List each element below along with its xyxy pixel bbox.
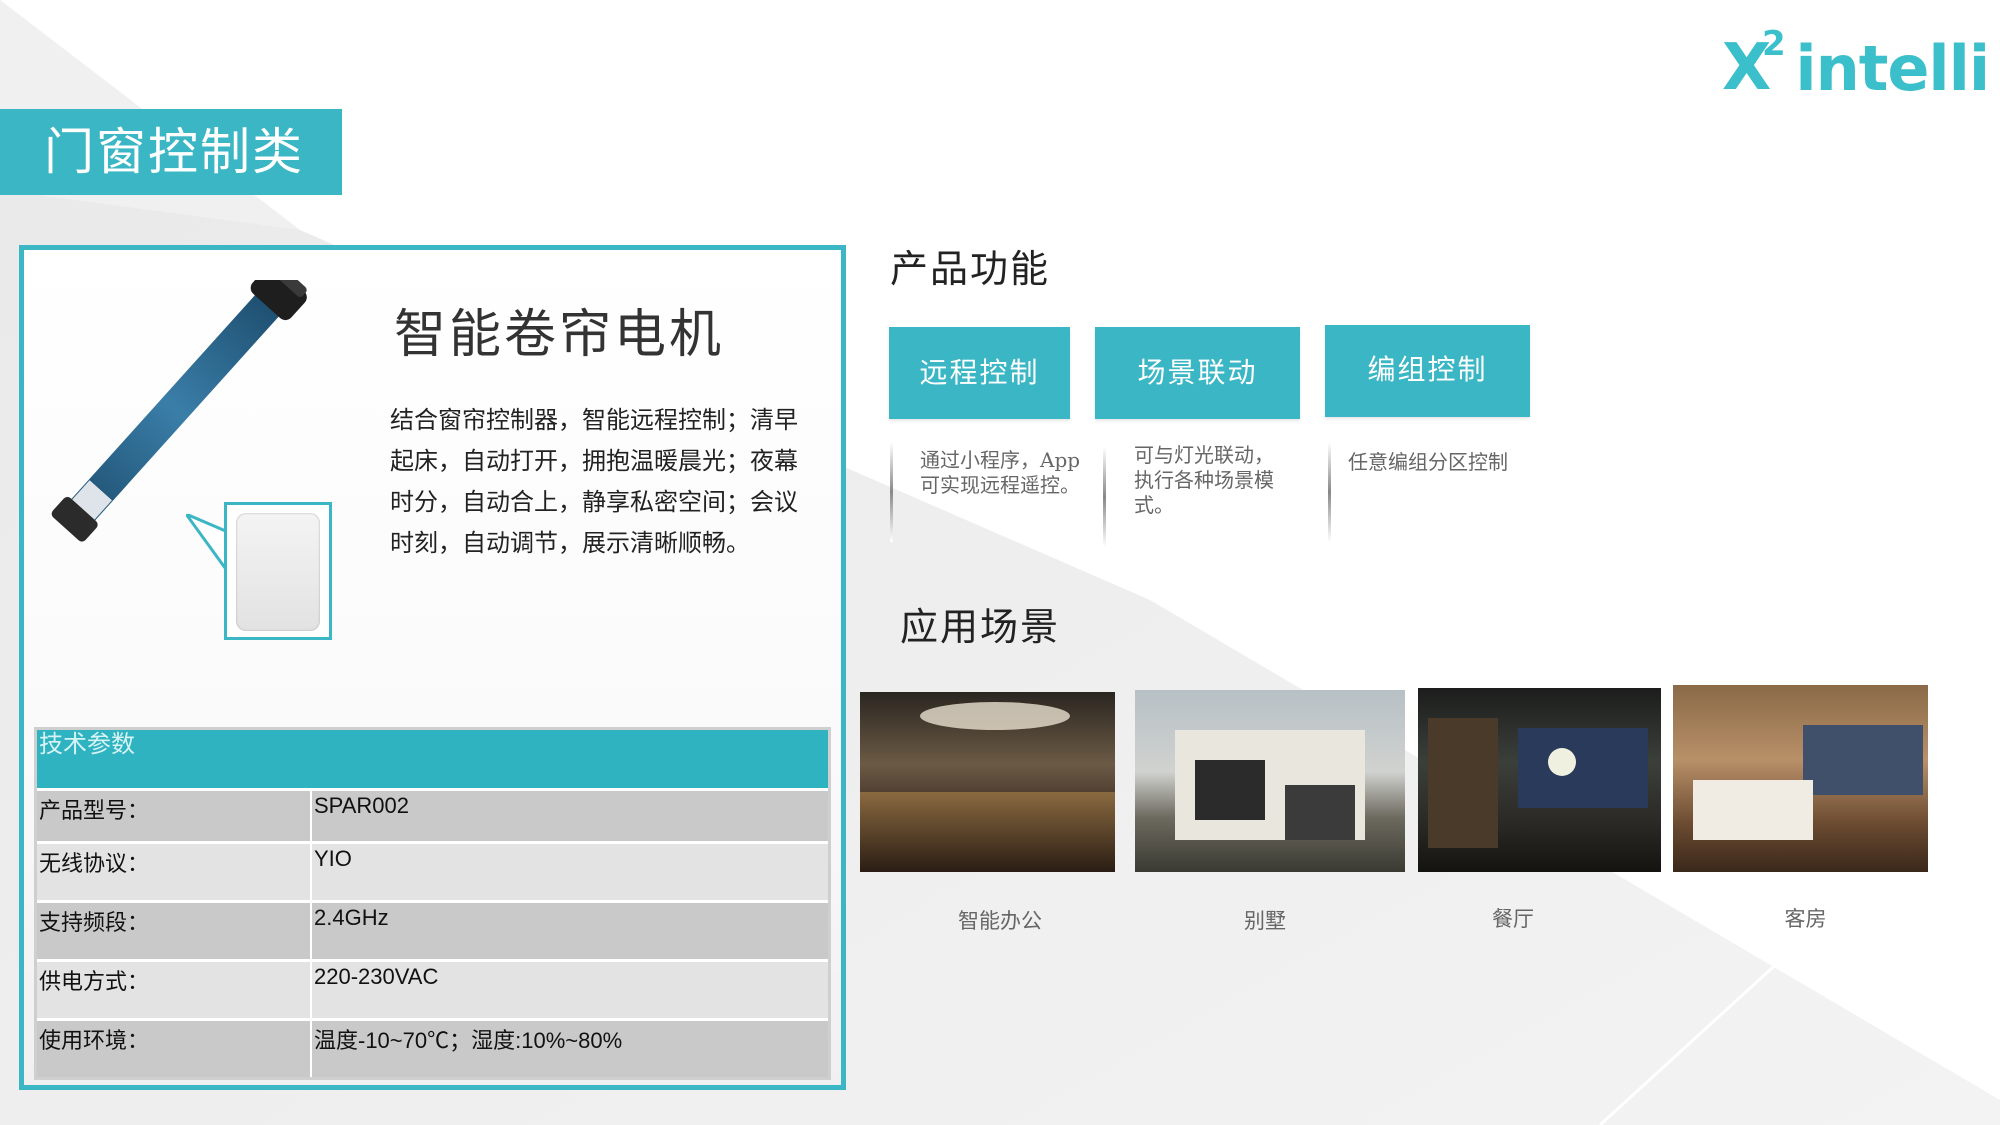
logo-superscript: 2 (1762, 24, 1786, 64)
table-row: 供电方式： 220-230VAC (37, 959, 828, 1018)
spec-value: SPAR002 (314, 793, 409, 818)
office-scene-image (860, 692, 1115, 872)
function-scene-linkage: 场景联动 (1095, 327, 1300, 419)
curtain-controller-image (236, 513, 320, 631)
spec-key: 产品型号： (37, 791, 312, 841)
function-desc-remote: 通过小程序，App 可实现远程遥控。 (920, 448, 1081, 497)
table-row: 支持频段： 2.4GHz (37, 900, 828, 959)
scene-label-office: 智能办公 (958, 909, 1042, 933)
spec-value: 温度-10~70℃；湿度:10%~80% (314, 1028, 623, 1053)
functions-title: 产品功能 (890, 247, 1051, 291)
table-row: 使用环境： 温度-10~70℃；湿度:10%~80% (37, 1018, 828, 1077)
spec-value: 220-230VAC (314, 964, 439, 989)
spec-key: 无线协议： (37, 844, 312, 900)
spec-value: 2.4GHz (314, 905, 389, 930)
restaurant-scene-image (1418, 688, 1661, 872)
spec-value: YIO (314, 846, 352, 871)
product-description: 结合窗帘控制器，智能远程控制；清早起床，自动打开，拥抱温暖晨光；夜幕时分，自动合… (390, 407, 798, 557)
controller-callout (224, 502, 332, 640)
product-name: 智能卷帘电机 (394, 305, 725, 365)
table-row: 产品型号： SPAR002 (37, 788, 828, 841)
villa-scene-image (1135, 690, 1405, 872)
guestroom-scene-image (1673, 685, 1928, 872)
scenes-title: 应用场景 (900, 605, 1061, 649)
function-remote-control: 远程控制 (889, 327, 1070, 419)
scene-label-guestroom: 客房 (1784, 907, 1827, 931)
function-desc-group: 任意编组分区控制 (1348, 450, 1508, 474)
function-group-control: 编组控制 (1325, 325, 1530, 417)
logo-word: intelli (1795, 32, 1990, 105)
function-desc-scene: 可与灯光联动， 执行各种场景模 式。 (1134, 443, 1274, 517)
function-divider (890, 442, 893, 542)
spec-table-header: 技术参数 (37, 730, 828, 788)
function-divider (1328, 442, 1331, 542)
brand-logo: X 2 intelli (1722, 24, 1990, 105)
table-row: 无线协议： YIO (37, 841, 828, 900)
category-title: 门窗控制类 (0, 109, 342, 195)
function-divider (1103, 447, 1106, 547)
scene-label-restaurant: 餐厅 (1492, 907, 1534, 931)
product-card: 智能卷帘电机 结合窗帘控制器，智能远程控制；清早起床，自动打开，拥抱温暖晨光；夜… (19, 245, 846, 1090)
spec-table: 技术参数 产品型号： SPAR002 无线协议： YIO 支持频段： 2.4GH… (34, 727, 831, 1080)
spec-key: 供电方式： (37, 962, 312, 1018)
spec-key: 使用环境： (37, 1021, 312, 1077)
scene-label-villa: 别墅 (1244, 909, 1286, 933)
spec-key: 支持频段： (37, 903, 312, 959)
